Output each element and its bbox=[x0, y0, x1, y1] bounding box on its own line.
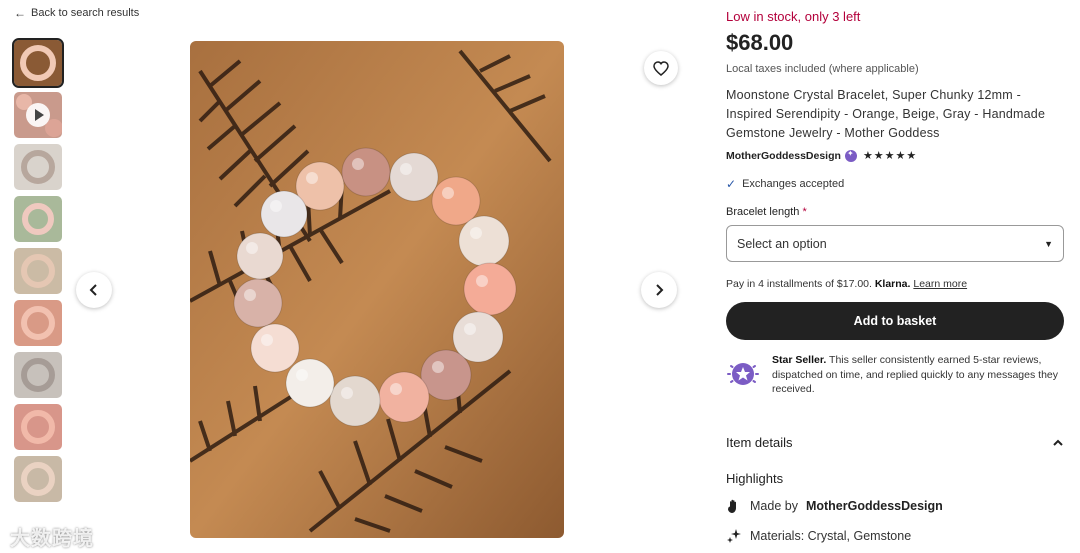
chevron-up-icon bbox=[1053, 439, 1063, 446]
materials-row: Materials: Crystal, Gemstone bbox=[726, 528, 911, 544]
sparkle-icon bbox=[727, 529, 741, 543]
required-mark: * bbox=[802, 206, 807, 218]
exchanges-text: Exchanges accepted bbox=[742, 178, 845, 190]
thumbnail-4[interactable] bbox=[14, 196, 62, 242]
back-to-search-link[interactable]: ← Back to search results bbox=[14, 7, 139, 19]
listing-title: Moonstone Crystal Bracelet, Super Chunky… bbox=[726, 88, 1046, 140]
klarna-installments: Pay in 4 installments of $17.00. Klarna.… bbox=[726, 278, 967, 290]
item-details-label: Item details bbox=[726, 435, 793, 450]
price: $68.00 bbox=[726, 30, 794, 55]
caret-down-icon: ▼ bbox=[1044, 238, 1053, 249]
item-details-toggle[interactable]: Item details bbox=[726, 435, 1064, 450]
star-seller-info: Star Seller. This seller consistently ea… bbox=[726, 353, 1064, 397]
bracelet-photo bbox=[190, 41, 564, 538]
thumbnail-image bbox=[14, 404, 62, 450]
select-placeholder: Select an option bbox=[737, 236, 827, 251]
made-by-prefix: Made by bbox=[750, 499, 798, 513]
stock-status: Low in stock, only 3 left bbox=[726, 9, 861, 24]
seller-row: MotherGoddessDesign ★★★★★ bbox=[726, 149, 917, 163]
thumbnail-7[interactable] bbox=[14, 352, 62, 398]
add-to-basket-button[interactable]: Add to basket bbox=[726, 302, 1064, 340]
thumbnail-image bbox=[14, 144, 62, 190]
thumbnail-9[interactable] bbox=[14, 456, 62, 502]
chevron-right-icon bbox=[656, 284, 664, 296]
thumbnail-image bbox=[14, 300, 62, 346]
option-label: Bracelet length bbox=[726, 206, 800, 218]
star-seller-title: Star Seller. bbox=[772, 354, 827, 366]
product-main-image bbox=[190, 41, 564, 538]
thumbnail-image bbox=[14, 248, 62, 294]
heart-icon bbox=[653, 60, 669, 76]
thumbnail-1[interactable] bbox=[12, 38, 64, 88]
watermark: 大数跨境 bbox=[10, 528, 94, 550]
previous-image-button[interactable] bbox=[76, 272, 112, 308]
thumbnail-6[interactable] bbox=[14, 300, 62, 346]
chevron-left-icon bbox=[89, 284, 97, 296]
made-by-row: Made by MotherGoddessDesign bbox=[726, 498, 943, 514]
learn-more-link[interactable]: Learn more bbox=[913, 278, 967, 290]
thumbnail-5[interactable] bbox=[14, 248, 62, 294]
thumbnail-video[interactable] bbox=[14, 92, 62, 138]
rating-stars[interactable]: ★★★★★ bbox=[863, 149, 917, 162]
taxes-note: Local taxes included (where applicable) bbox=[726, 63, 919, 75]
next-image-button[interactable] bbox=[641, 272, 677, 308]
thumbnail-image bbox=[14, 196, 62, 242]
star-seller-icon bbox=[727, 363, 759, 385]
seller-name-link[interactable]: MotherGoddessDesign bbox=[726, 150, 841, 162]
star-seller-description: Star Seller. This seller consistently ea… bbox=[772, 353, 1064, 397]
highlights-heading: Highlights bbox=[726, 471, 784, 486]
exchanges-row: ✓ Exchanges accepted bbox=[726, 177, 844, 191]
star-seller-badge-icon bbox=[844, 149, 857, 162]
klarna-logo: Klarna. bbox=[874, 278, 911, 290]
hand-wave-icon bbox=[728, 499, 736, 513]
checkmark-icon: ✓ bbox=[726, 177, 737, 191]
bracelet-length-label: Bracelet length * bbox=[726, 206, 807, 218]
back-link-label: Back to search results bbox=[31, 7, 140, 19]
thumbnail-strip bbox=[12, 38, 64, 508]
favorite-button[interactable] bbox=[644, 51, 678, 85]
play-icon bbox=[26, 103, 50, 127]
thumbnail-image bbox=[14, 456, 62, 502]
thumbnail-image bbox=[14, 352, 62, 398]
klarna-text: Pay in 4 installments of $17.00. bbox=[726, 278, 872, 290]
arrow-left-icon: ← bbox=[14, 6, 26, 20]
thumbnail-8[interactable] bbox=[14, 404, 62, 450]
thumbnail-image bbox=[14, 40, 62, 86]
materials-text: Materials: Crystal, Gemstone bbox=[750, 529, 912, 543]
bracelet-length-select[interactable]: Select an option ▼ bbox=[726, 225, 1064, 262]
made-by-shop-link[interactable]: MotherGoddessDesign bbox=[806, 499, 943, 513]
thumbnail-3[interactable] bbox=[14, 144, 62, 190]
